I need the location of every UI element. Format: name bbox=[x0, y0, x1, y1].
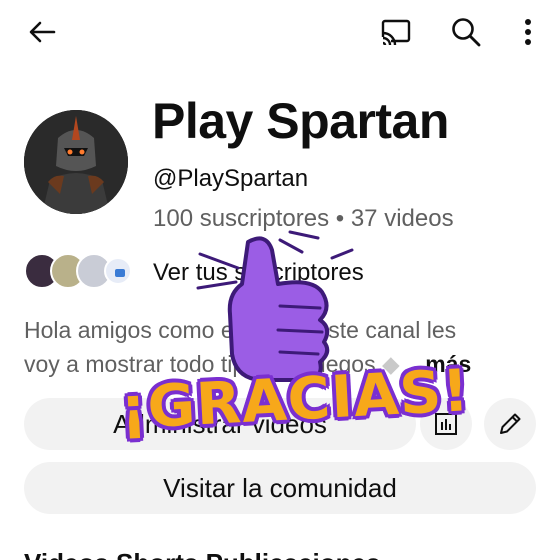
search-icon[interactable] bbox=[446, 12, 486, 52]
description-line: Hola amigos como están en este canal les bbox=[24, 317, 457, 343]
channel-handle: @PlaySpartan bbox=[153, 165, 309, 192]
description-text: voy a mostrar todo tipos de juegos bbox=[24, 351, 376, 377]
edit-channel-button[interactable] bbox=[484, 398, 536, 450]
channel-tabs-partial[interactable]: Videos Shorts Publicaciones bbox=[24, 548, 380, 560]
channel-avatar[interactable] bbox=[24, 110, 128, 214]
description-line: voy a mostrar todo tipos de juegos ◆ ...… bbox=[24, 347, 534, 381]
channel-stats: 100 suscriptores • 37 videos bbox=[153, 205, 454, 232]
analytics-button[interactable] bbox=[420, 398, 472, 450]
analytics-icon bbox=[435, 413, 457, 435]
top-app-bar bbox=[0, 0, 560, 64]
cast-icon[interactable] bbox=[376, 12, 416, 52]
visit-community-label: Visitar la comunidad bbox=[163, 472, 397, 503]
description-more-link[interactable]: ...más bbox=[406, 351, 471, 377]
subscriber-avatar bbox=[104, 257, 132, 285]
channel-description[interactable]: Hola amigos como están en este canal les… bbox=[24, 313, 534, 381]
manage-videos-button[interactable]: Administrar videos bbox=[24, 398, 416, 450]
diamond-icon: ◆ bbox=[381, 351, 400, 377]
arrow-left-icon[interactable] bbox=[22, 12, 62, 52]
subscriber-avatars[interactable] bbox=[24, 253, 142, 291]
channel-name: Play Spartan bbox=[152, 93, 449, 149]
visit-community-button[interactable]: Visitar la comunidad bbox=[24, 462, 536, 514]
manage-videos-label: Administrar videos bbox=[113, 408, 327, 439]
more-vert-icon[interactable] bbox=[508, 12, 548, 52]
view-subscribers-link[interactable]: Ver tus suscriptores bbox=[153, 259, 364, 287]
pencil-icon bbox=[500, 413, 521, 434]
